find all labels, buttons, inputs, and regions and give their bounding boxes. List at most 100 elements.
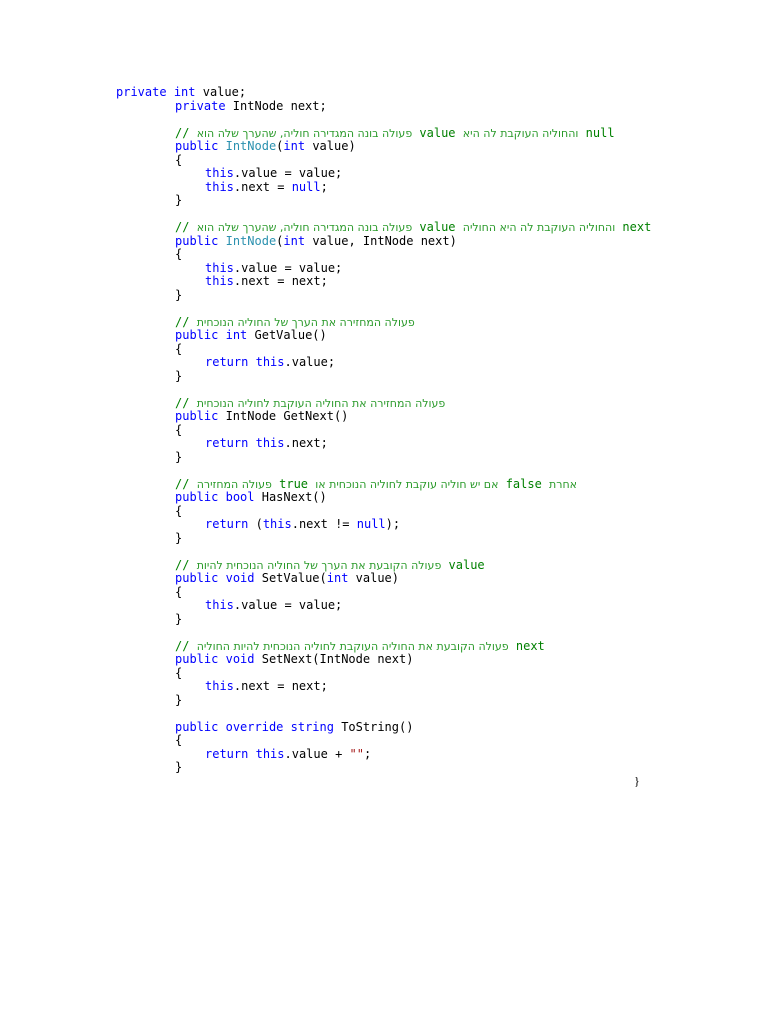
keyword: this	[205, 274, 234, 288]
comment: false	[498, 476, 550, 491]
code-line: // פעולה הקובעת את הערך של החוליה הנוכחי…	[116, 557, 651, 573]
code-line: private IntNode next;	[116, 98, 651, 114]
code-line: this.next = null;	[116, 179, 651, 195]
code-line: }	[116, 287, 651, 303]
comment: //	[175, 638, 197, 653]
code-line: public IntNode(int value, IntNode next)	[116, 233, 651, 249]
code-text: IntNode next;	[225, 98, 327, 113]
code-text: }	[175, 692, 183, 707]
code-line: {	[116, 152, 651, 168]
comment-hebrew: פעולה הקובעת את החוליה העוקבת לחוליה הנו…	[196, 639, 509, 653]
code-text: .value;	[284, 355, 336, 369]
code-text: GetValue()	[247, 328, 327, 342]
code-line: }	[116, 531, 651, 546]
code-text: }	[175, 193, 183, 207]
code-text: }	[175, 611, 183, 626]
comment-hebrew: פעולה בונה המגדירה חוליה, שהערך שלה הוא	[196, 221, 413, 234]
comment: //	[175, 557, 197, 572]
keyword: void	[225, 652, 255, 666]
keyword: int	[173, 85, 196, 99]
code-line: public bool HasNext()	[116, 490, 651, 505]
code-line: // פעולה בונה המגדירה חוליה, שהערך שלה ה…	[116, 125, 651, 141]
code-text: value, IntNode next)	[305, 233, 457, 248]
comment: next	[508, 638, 545, 653]
keyword: return	[205, 517, 249, 531]
code-line: public IntNode(int value)	[116, 139, 651, 154]
keyword: public	[175, 328, 219, 342]
code-line: }	[116, 760, 651, 775]
code-text: value)	[348, 571, 400, 585]
code-text: .next;	[284, 436, 328, 450]
code-text: value)	[305, 139, 356, 153]
comment: value	[412, 125, 463, 140]
code-line: private int value;	[116, 85, 651, 100]
keyword: return	[205, 355, 249, 369]
keyword: this	[205, 166, 234, 180]
keyword: bool	[225, 490, 255, 504]
code-line: public override string ToString()	[116, 719, 651, 735]
comment: next	[615, 220, 652, 234]
code-line: // פעולה בונה המגדירה חוליה, שהערך שלה ה…	[116, 220, 652, 235]
code-text: {	[175, 422, 183, 437]
keyword: this	[255, 436, 285, 450]
comment-hebrew: והחוליה העוקבת לה היא החוליה	[462, 221, 616, 234]
comment: true	[271, 476, 316, 491]
code-line: // פעולה המחזירה true אם יש חוליה עוקבת …	[116, 476, 651, 492]
comment-hebrew: אחרת	[549, 477, 578, 491]
code-line: return (this.next != null);	[116, 517, 651, 532]
code-line: }	[116, 193, 651, 208]
comment: //	[175, 125, 197, 140]
code-line: }	[116, 369, 651, 384]
code-text: ToString()	[333, 719, 414, 734]
comment-hebrew: פעולה המחזירה	[196, 477, 272, 491]
comment: //	[175, 476, 197, 491]
code-line: }	[116, 692, 651, 708]
comment: //	[175, 395, 197, 410]
code-line: {	[116, 733, 651, 748]
comment-hebrew: פעולה בונה המגדירה חוליה, שהערך שלה הוא	[196, 126, 413, 140]
code-text: .value = value;	[233, 260, 343, 275]
code-text: ;	[320, 179, 328, 194]
code-text: .next = next;	[233, 274, 328, 288]
code-text: {	[175, 341, 183, 356]
code-text: IntNode GetNext()	[218, 409, 349, 423]
code-text: SetNext(IntNode next)	[254, 652, 414, 666]
keyword: override	[225, 719, 284, 734]
code-text: .value = value;	[233, 598, 343, 612]
comment: //	[175, 220, 197, 234]
code-line: public void SetValue(int value)	[116, 571, 651, 586]
code-text: {	[175, 503, 183, 518]
keyword: public	[175, 139, 219, 153]
code-line: {	[116, 422, 651, 438]
code-line: this.next = next;	[116, 274, 651, 289]
keyword: this	[205, 179, 234, 194]
keyword: this	[205, 679, 234, 693]
code-text: SetValue(	[254, 571, 327, 585]
keyword: int	[225, 328, 248, 342]
code-line: {	[116, 503, 651, 519]
type-name: IntNode	[225, 139, 277, 153]
string-literal: ""	[349, 746, 364, 761]
code-text: ;	[363, 746, 372, 761]
code-line: // פעולה המחזירה את הערך של החוליה הנוכח…	[116, 315, 651, 330]
code-text: }	[175, 287, 183, 302]
code-text: {	[175, 152, 183, 167]
code-line: return this.value + "";	[116, 746, 651, 762]
code-line: return this.value;	[116, 355, 651, 370]
comment-hebrew: והחוליה העוקבת לה היא	[462, 126, 579, 140]
code-line: public IntNode GetNext()	[116, 409, 651, 424]
keyword: this	[255, 746, 285, 761]
keyword: this	[255, 355, 285, 369]
